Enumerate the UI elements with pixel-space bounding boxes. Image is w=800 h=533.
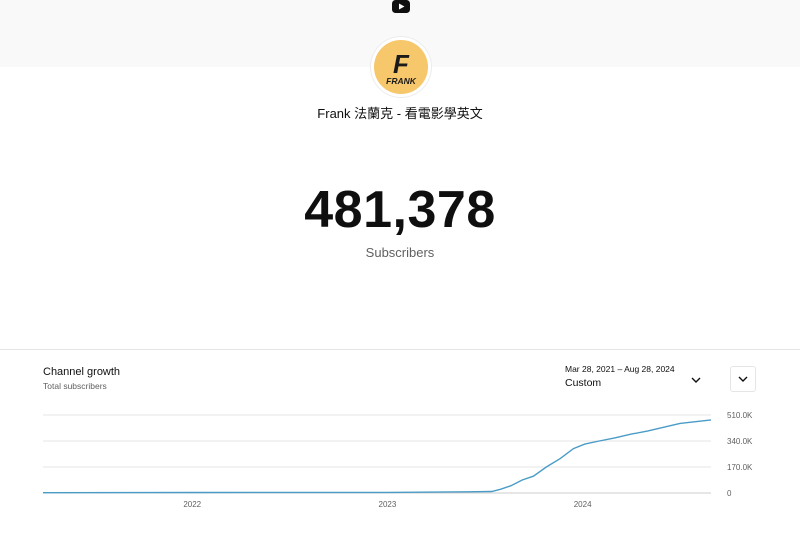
chevron-down-icon[interactable] (690, 372, 702, 383)
avatar-logo: F FRANK (374, 40, 428, 94)
section-divider (0, 349, 800, 350)
channel-avatar[interactable]: F FRANK (371, 37, 431, 97)
range-mode-label[interactable]: Custom (565, 377, 601, 389)
expand-button[interactable] (730, 366, 756, 392)
chevron-down-icon (738, 376, 748, 382)
subscriber-growth-chart: 0 170.0K 340.0K 510.0K 2022 2023 2024 (42, 411, 753, 509)
date-range-label[interactable]: Mar 28, 2021 – Aug 28, 2024 (565, 364, 675, 374)
y-tick-label: 340.0K (727, 437, 753, 446)
growth-subtitle: Total subscribers (43, 381, 107, 391)
avatar-wordmark: FRANK (386, 76, 417, 86)
y-tick-label: 0 (727, 489, 732, 498)
subscriber-count: 481,378 (304, 181, 496, 239)
y-tick-label: 170.0K (727, 463, 753, 472)
growth-title: Channel growth (43, 366, 121, 378)
x-tick-label: 2024 (574, 500, 592, 509)
x-tick-label: 2023 (379, 500, 397, 509)
y-tick-label: 510.0K (727, 411, 753, 420)
channel-name[interactable]: Frank 法蘭克 - 看電影學英文 (0, 103, 800, 122)
youtube-icon[interactable] (392, 0, 410, 14)
series-line (42, 419, 712, 494)
subscriber-label: Subscribers (365, 245, 435, 260)
x-tick-label: 2022 (183, 500, 201, 509)
avatar-letter: F (393, 49, 410, 79)
